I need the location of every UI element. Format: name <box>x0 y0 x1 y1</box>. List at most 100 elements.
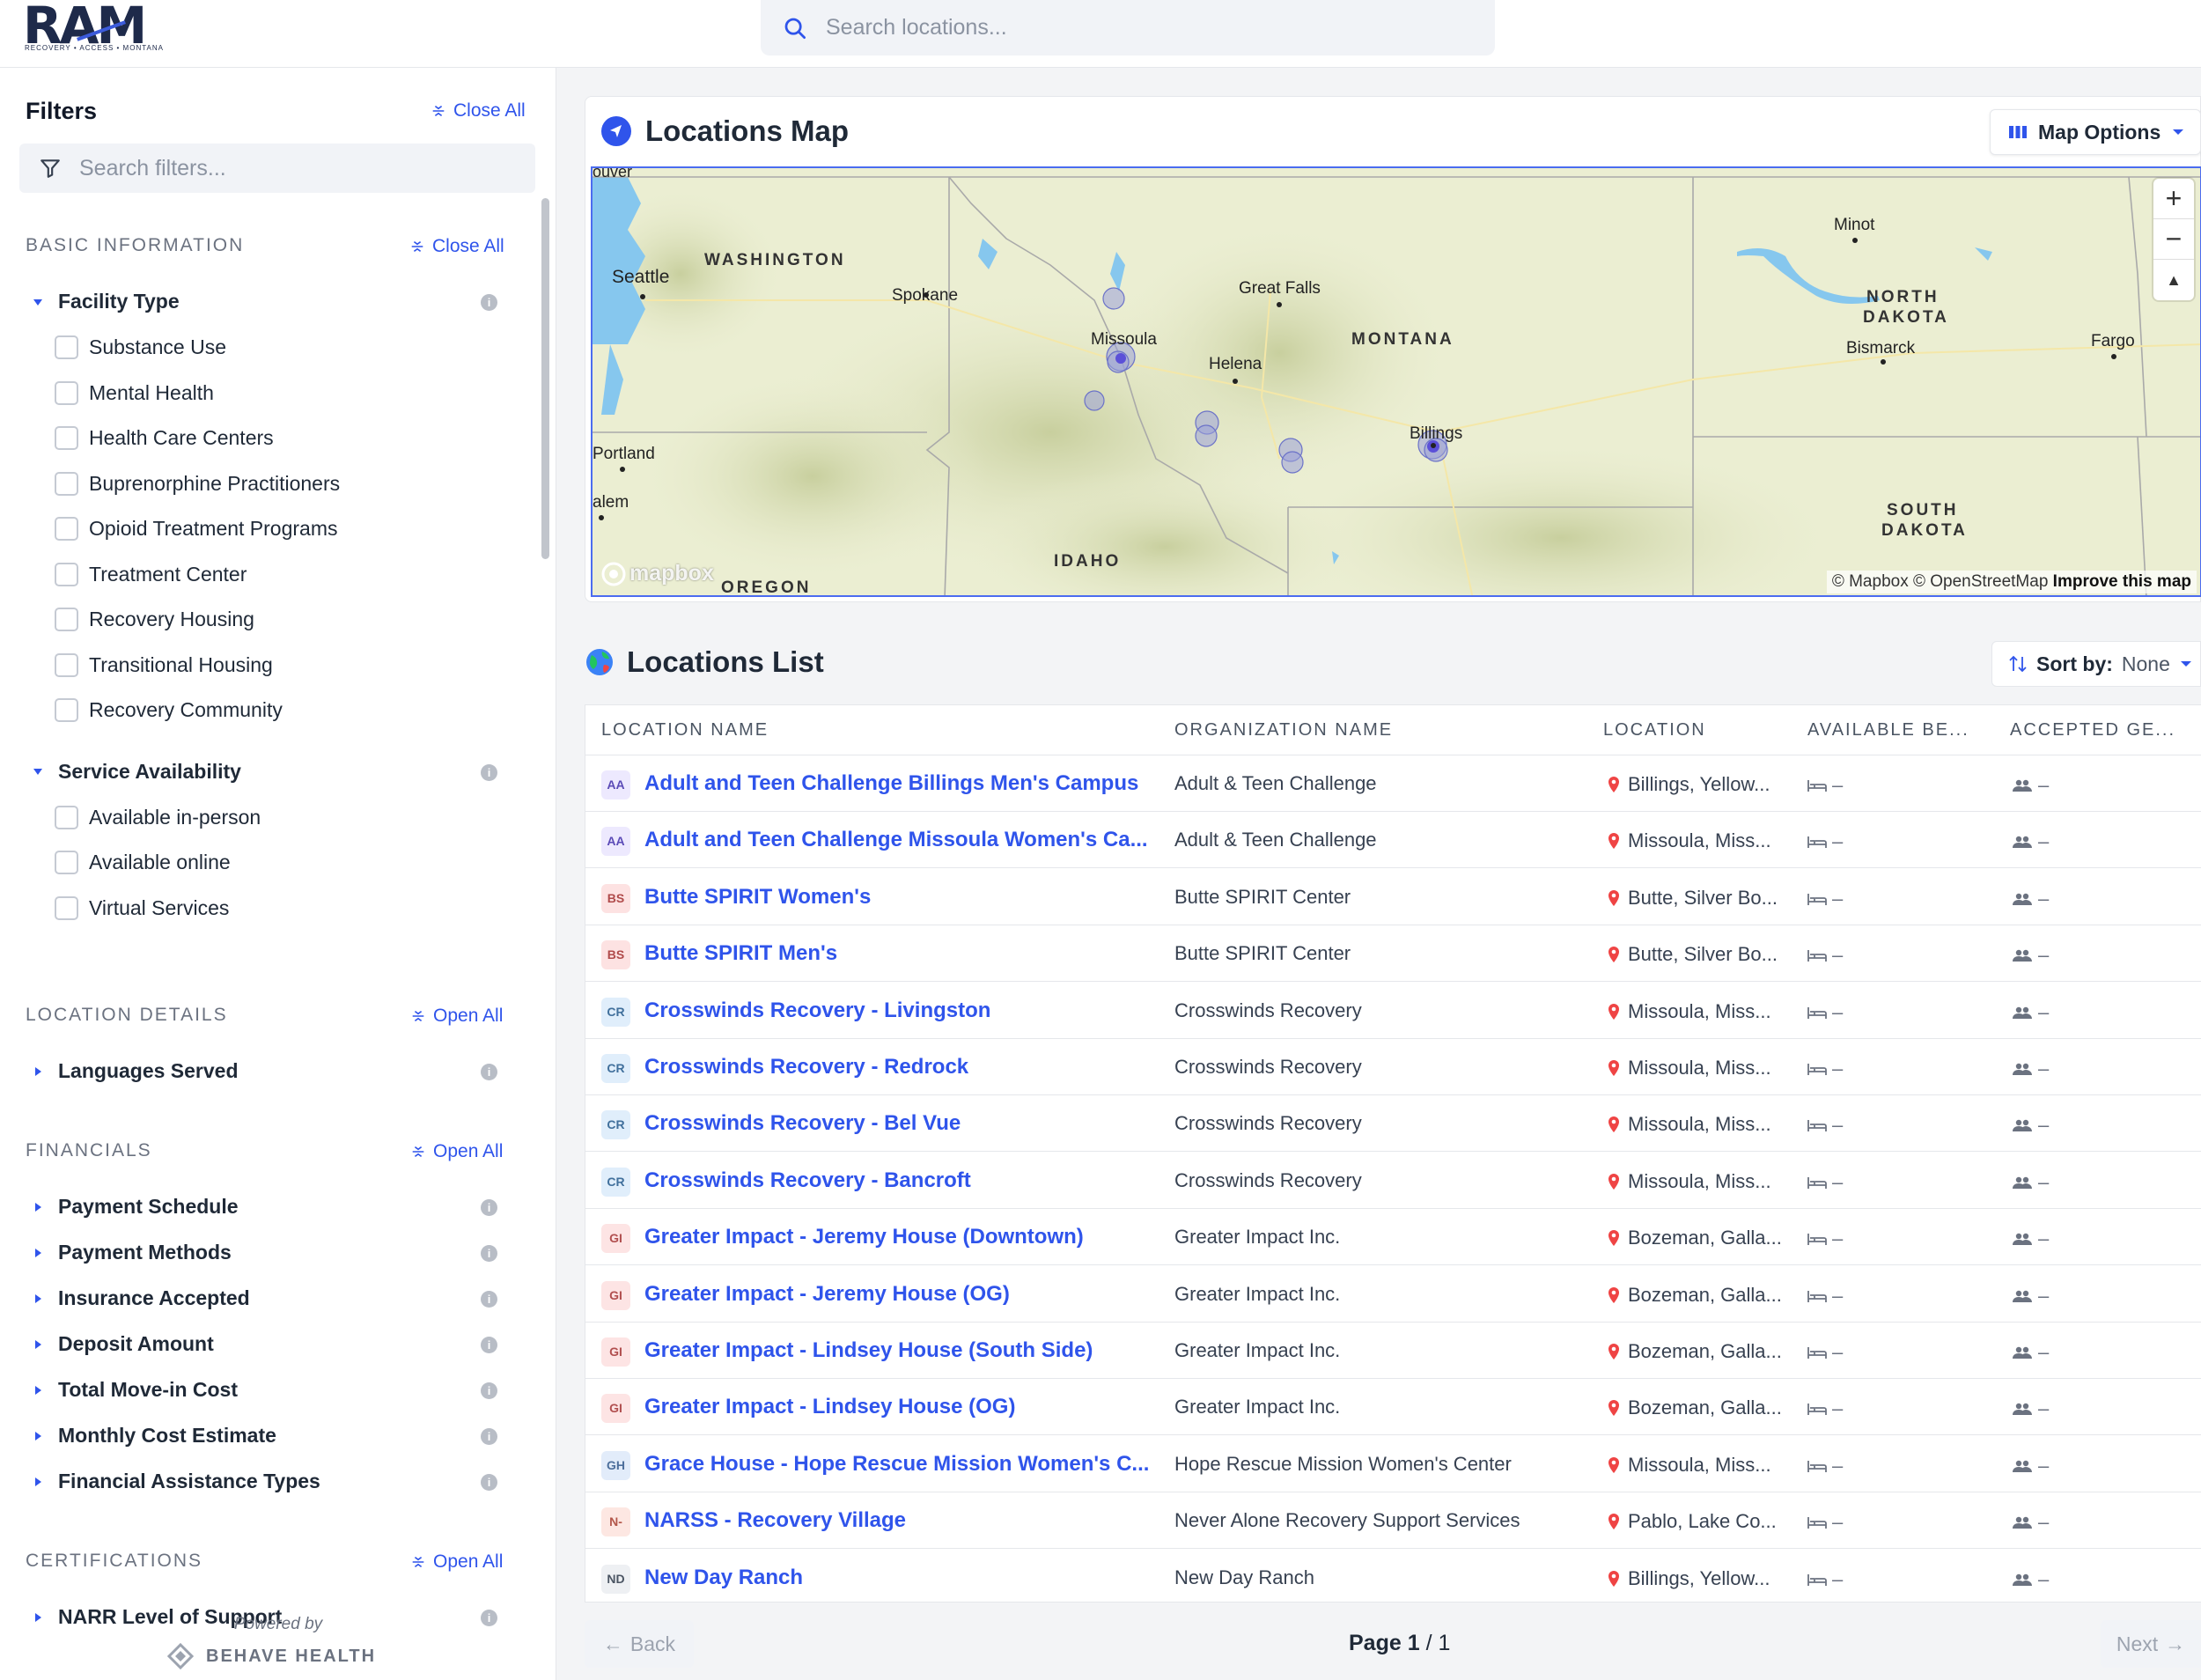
location-name-link[interactable]: Crosswinds Recovery - Bancroft <box>644 1168 971 1193</box>
map-canvas[interactable]: ouver WASHINGTON Seattle Spokane Missoul… <box>591 166 2201 597</box>
checkbox[interactable] <box>55 380 78 405</box>
filter-group-toggle[interactable]: Payment Methods <box>32 1241 232 1264</box>
info-icon[interactable]: i <box>481 1428 497 1445</box>
checkbox[interactable] <box>55 652 78 677</box>
section-toggle-all-button[interactable]: Open All <box>410 1551 503 1573</box>
location-name-link[interactable]: Greater Impact - Jeremy House (Downtown) <box>644 1225 1084 1249</box>
checkbox[interactable] <box>55 805 78 829</box>
col-accepted-genders[interactable]: ACCEPTED GE... <box>2010 720 2175 741</box>
table-row[interactable]: GI Greater Impact - Lindsey House (South … <box>585 1323 2201 1379</box>
col-location-name[interactable]: LOCATION NAME <box>601 720 769 741</box>
checkbox[interactable] <box>55 471 78 496</box>
checkbox[interactable] <box>55 426 78 450</box>
col-location[interactable]: LOCATION <box>1603 720 1706 741</box>
table-row[interactable]: CR Crosswinds Recovery - Bancroft Crosswin… <box>585 1153 2201 1209</box>
compass-button[interactable]: ▲ <box>2153 260 2194 300</box>
checkbox[interactable] <box>55 698 78 722</box>
location-name-link[interactable]: Greater Impact - Lindsey House (OG) <box>644 1395 1015 1419</box>
filter-search-input[interactable] <box>79 155 502 181</box>
col-organization-name[interactable]: ORGANIZATION NAME <box>1174 720 1393 741</box>
info-icon[interactable]: i <box>481 763 497 781</box>
location-name-link[interactable]: NARSS - Recovery Village <box>644 1508 906 1533</box>
behave-health-brand[interactable]: BEHAVE HEALTH <box>167 1643 376 1669</box>
filter-option[interactable]: Treatment Center <box>55 562 247 586</box>
section-toggle-all-button[interactable]: Open All <box>410 1006 503 1027</box>
section-toggle-all-button[interactable]: Close All <box>409 236 504 257</box>
table-row[interactable]: CR Crosswinds Recovery - Livingston Crossw… <box>585 983 2201 1039</box>
map-options-button[interactable]: Map Options <box>1990 109 2201 155</box>
mapbox-logo[interactable]: mapbox <box>601 561 714 586</box>
info-icon[interactable]: i <box>481 1245 497 1262</box>
info-icon[interactable]: i <box>481 294 497 311</box>
next-button[interactable]: Next → <box>2101 1620 2201 1668</box>
back-button[interactable]: ← Back <box>585 1620 694 1668</box>
table-row[interactable]: BS Butte SPIRIT Women's Butte SPIRIT Cente… <box>585 869 2201 925</box>
filter-group-toggle[interactable]: Monthly Cost Estimate <box>32 1424 276 1448</box>
filter-group-toggle[interactable]: Payment Schedule <box>32 1195 239 1219</box>
filter-option[interactable]: Opioid Treatment Programs <box>55 517 338 541</box>
filter-group-toggle[interactable]: Deposit Amount <box>32 1332 214 1356</box>
location-name-link[interactable]: Adult and Teen Challenge Missoula Women'… <box>644 828 1148 852</box>
info-icon[interactable]: i <box>481 1337 497 1353</box>
info-icon[interactable]: i <box>481 1291 497 1308</box>
checkbox[interactable] <box>55 895 78 920</box>
checkbox[interactable] <box>55 562 78 586</box>
filter-group-toggle[interactable]: Insurance Accepted <box>32 1286 250 1310</box>
location-name-link[interactable]: Adult and Teen Challenge Billings Men's … <box>644 771 1138 796</box>
ram-logo[interactable]: RAM RECOVERY • ACCESS • MONTANA <box>23 0 171 58</box>
table-row[interactable]: ND New Day Ranch New Day Ranch Billings, Ye… <box>585 1550 2201 1602</box>
location-name-link[interactable]: Crosswinds Recovery - Bel Vue <box>644 1111 961 1136</box>
location-name-link[interactable]: Butte SPIRIT Men's <box>644 941 837 966</box>
location-name-link[interactable]: New Day Ranch <box>644 1566 803 1590</box>
table-row[interactable]: CR Crosswinds Recovery - Redrock Crosswind… <box>585 1039 2201 1095</box>
zoom-out-button[interactable]: − <box>2153 219 2194 260</box>
filter-option[interactable]: Transitional Housing <box>55 652 273 677</box>
table-row[interactable]: CR Crosswinds Recovery - Bel Vue Crosswind… <box>585 1095 2201 1153</box>
table-row[interactable]: AA Adult and Teen Challenge Billings Men'… <box>585 755 2201 812</box>
filter-group-toggle[interactable]: Languages Served <box>32 1059 239 1083</box>
filter-option[interactable]: Buprenorphine Practitioners <box>55 471 340 496</box>
filter-option[interactable]: Available in-person <box>55 805 261 829</box>
location-name-link[interactable]: Greater Impact - Lindsey House (South Si… <box>644 1338 1093 1363</box>
checkbox[interactable] <box>55 335 78 359</box>
info-icon[interactable]: i <box>481 1474 497 1491</box>
improve-map-link[interactable]: Improve this map <box>2053 572 2191 591</box>
location-search-input[interactable] <box>826 15 1442 41</box>
filter-option[interactable]: Substance Use <box>55 335 226 359</box>
table-row[interactable]: GH Grace House - Hope Rescue Mission Wome… <box>585 1436 2201 1492</box>
filter-option[interactable]: Recovery Community <box>55 698 283 722</box>
filter-option[interactable]: Recovery Housing <box>55 608 254 631</box>
table-row[interactable]: N- NARSS - Recovery Village Never Alone Re… <box>585 1492 2201 1550</box>
section-toggle-all-button[interactable]: Open All <box>410 1141 503 1162</box>
sort-by-button[interactable]: Sort by: None <box>1991 641 2201 687</box>
table-row[interactable]: GI Greater Impact - Jeremy House (Downtow… <box>585 1209 2201 1266</box>
close-all-filters-button[interactable]: Close All <box>431 100 526 122</box>
info-icon[interactable]: i <box>481 1064 497 1080</box>
table-row[interactable]: GI Greater Impact - Jeremy House (OG) Grea… <box>585 1266 2201 1323</box>
attribution-text[interactable]: © Mapbox © OpenStreetMap <box>1832 572 2049 591</box>
location-name-link[interactable]: Crosswinds Recovery - Livingston <box>644 998 990 1023</box>
filter-group-toggle[interactable]: Service Availability <box>32 760 241 784</box>
table-row[interactable]: BS Butte SPIRIT Men's Butte SPIRIT Center B… <box>585 925 2201 983</box>
checkbox[interactable] <box>55 517 78 541</box>
filter-group-toggle[interactable]: Facility Type <box>32 290 180 313</box>
location-name-link[interactable]: Grace House - Hope Rescue Mission Women'… <box>644 1452 1149 1477</box>
filter-option[interactable]: Mental Health <box>55 380 214 405</box>
table-row[interactable]: GI Greater Impact - Lindsey House (OG) Gre… <box>585 1379 2201 1436</box>
zoom-in-button[interactable]: + <box>2153 179 2194 219</box>
location-name-link[interactable]: Butte SPIRIT Women's <box>644 885 871 910</box>
location-name-link[interactable]: Greater Impact - Jeremy House (OG) <box>644 1282 1010 1307</box>
table-row[interactable]: AA Adult and Teen Challenge Missoula Wome… <box>585 812 2201 869</box>
checkbox[interactable] <box>55 851 78 874</box>
filter-option[interactable]: Virtual Services <box>55 895 229 920</box>
info-icon[interactable]: i <box>481 1382 497 1399</box>
checkbox[interactable] <box>55 608 78 631</box>
filter-option[interactable]: Health Care Centers <box>55 426 274 450</box>
info-icon[interactable]: i <box>481 1199 497 1216</box>
filter-option[interactable]: Available online <box>55 851 231 874</box>
filter-group-toggle[interactable]: Total Move-in Cost <box>32 1378 238 1402</box>
filter-group-toggle[interactable]: Financial Assistance Types <box>32 1470 320 1493</box>
col-available-beds[interactable]: AVAILABLE BE... <box>1807 720 1969 741</box>
scrollbar-thumb[interactable] <box>541 198 549 559</box>
location-name-link[interactable]: Crosswinds Recovery - Redrock <box>644 1055 968 1079</box>
